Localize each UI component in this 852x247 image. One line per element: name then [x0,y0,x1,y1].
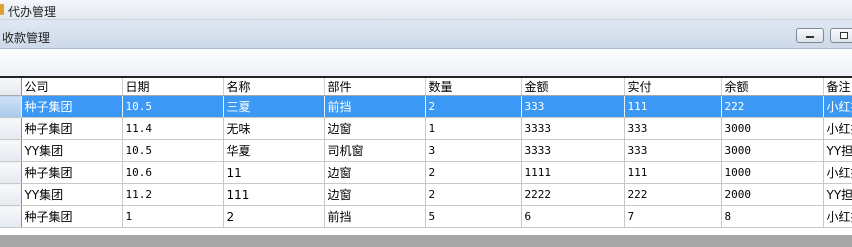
restore-button[interactable] [830,28,852,43]
minimize-button[interactable] [796,28,824,43]
grid-bottom-area [0,235,852,247]
paid-cell[interactable]: 7 [624,205,722,228]
table-row[interactable]: 种子集团 10.5 三夏 前挡 2 333 111 222 小红括 [0,95,852,118]
quantity-cell[interactable]: 2 [425,95,522,118]
balance-cell[interactable]: 1000 [721,161,824,184]
remark-cell[interactable]: YY担仟 [823,139,852,162]
row-header[interactable] [0,95,22,118]
minimize-icon [806,36,814,38]
name-cell[interactable]: 11 [223,161,325,184]
amount-cell[interactable]: 333 [521,95,625,118]
part-cell[interactable]: 边窗 [324,161,426,184]
remark-cell[interactable]: YY担仟 [823,183,852,206]
header-row: 公司 日期 名称 部件 数量 金额 实付 余额 备注 [0,78,852,96]
table-row[interactable]: 种子集团 10.6 11 边窗 2 1111 111 1000 小红括 [0,161,852,184]
quantity-cell[interactable]: 1 [425,117,522,140]
amount-cell[interactable]: 1111 [521,161,625,184]
remark-cell[interactable]: 小红括 [823,117,852,140]
paid-cell[interactable]: 222 [624,183,722,206]
toolbar [0,49,852,78]
column-header-balance[interactable]: 余额 [721,78,824,96]
row-header[interactable] [0,139,22,162]
part-cell[interactable]: 边窗 [324,183,426,206]
date-cell[interactable]: 11.4 [122,117,224,140]
remark-cell[interactable]: 小红括 [823,95,852,118]
paid-cell[interactable]: 111 [624,95,722,118]
amount-cell[interactable]: 3333 [521,117,625,140]
amount-cell[interactable]: 3333 [521,139,625,162]
table-row[interactable]: YY集团 11.2 111 边窗 2 2222 222 2000 YY担仟 [0,183,852,206]
part-cell[interactable]: 司机窗 [324,139,426,162]
remark-cell[interactable]: 小红括 [823,205,852,228]
column-header-remark[interactable]: 备注 [823,78,852,96]
paid-cell[interactable]: 333 [624,139,722,162]
inner-window-titlebar: 收款管理 [0,20,852,49]
company-cell[interactable]: 种子集团 [21,205,123,228]
name-cell[interactable]: 111 [223,183,325,206]
company-cell[interactable]: 种子集团 [21,95,123,118]
quantity-cell[interactable]: 3 [425,139,522,162]
balance-cell[interactable]: 3000 [721,139,824,162]
remark-cell[interactable]: 小红括 [823,161,852,184]
restore-icon [840,32,848,39]
column-header-quantity[interactable]: 数量 [425,78,522,96]
balance-cell[interactable]: 3000 [721,117,824,140]
quantity-cell[interactable]: 5 [425,205,522,228]
company-cell[interactable]: YY集团 [21,139,123,162]
amount-cell[interactable]: 6 [521,205,625,228]
balance-cell[interactable]: 8 [721,205,824,228]
balance-cell[interactable]: 222 [721,95,824,118]
table-row[interactable]: 种子集团 1 2 前挡 5 6 7 8 小红括 [0,205,852,228]
row-header[interactable] [0,183,22,206]
name-cell[interactable]: 无味 [223,117,325,140]
outer-window-title: 代办管理 [8,5,57,19]
outer-window-titlebar: 代办管理 [0,0,852,20]
balance-cell[interactable]: 2000 [721,183,824,206]
inner-window-title: 收款管理 [2,31,51,45]
paid-cell[interactable]: 111 [624,161,722,184]
name-cell[interactable]: 三夏 [223,95,325,118]
name-cell[interactable]: 2 [223,205,325,228]
company-cell[interactable]: YY集团 [21,183,123,206]
row-header[interactable] [0,117,22,140]
column-header-name[interactable]: 名称 [223,78,325,96]
part-cell[interactable]: 前挡 [324,95,426,118]
app-icon [0,4,4,15]
part-cell[interactable]: 前挡 [324,205,426,228]
column-header-amount[interactable]: 金额 [521,78,625,96]
amount-cell[interactable]: 2222 [521,183,625,206]
date-cell[interactable]: 1 [122,205,224,228]
column-header-date[interactable]: 日期 [122,78,224,96]
date-cell[interactable]: 10.5 [122,139,224,162]
column-header-part[interactable]: 部件 [324,78,426,96]
quantity-cell[interactable]: 2 [425,161,522,184]
paid-cell[interactable]: 333 [624,117,722,140]
date-cell[interactable]: 11.2 [122,183,224,206]
table-row[interactable]: YY集团 10.5 华夏 司机窗 3 3333 333 3000 YY担仟 [0,139,852,162]
corner-header-cell[interactable] [0,78,22,96]
data-grid: 公司 日期 名称 部件 数量 金额 实付 余额 备注 种子集团 10.5 三夏 … [0,78,852,235]
quantity-cell[interactable]: 2 [425,183,522,206]
name-cell[interactable]: 华夏 [223,139,325,162]
company-cell[interactable]: 种子集团 [21,117,123,140]
table-row[interactable]: 种子集团 11.4 无味 边窗 1 3333 333 3000 小红括 [0,117,852,140]
row-header[interactable] [0,161,22,184]
date-cell[interactable]: 10.5 [122,95,224,118]
date-cell[interactable]: 10.6 [122,161,224,184]
company-cell[interactable]: 种子集团 [21,161,123,184]
payments-table: 公司 日期 名称 部件 数量 金额 实付 余额 备注 种子集团 10.5 三夏 … [0,78,852,228]
column-header-paid[interactable]: 实付 [624,78,722,96]
row-header[interactable] [0,205,22,228]
part-cell[interactable]: 边窗 [324,117,426,140]
column-header-company[interactable]: 公司 [21,78,123,96]
